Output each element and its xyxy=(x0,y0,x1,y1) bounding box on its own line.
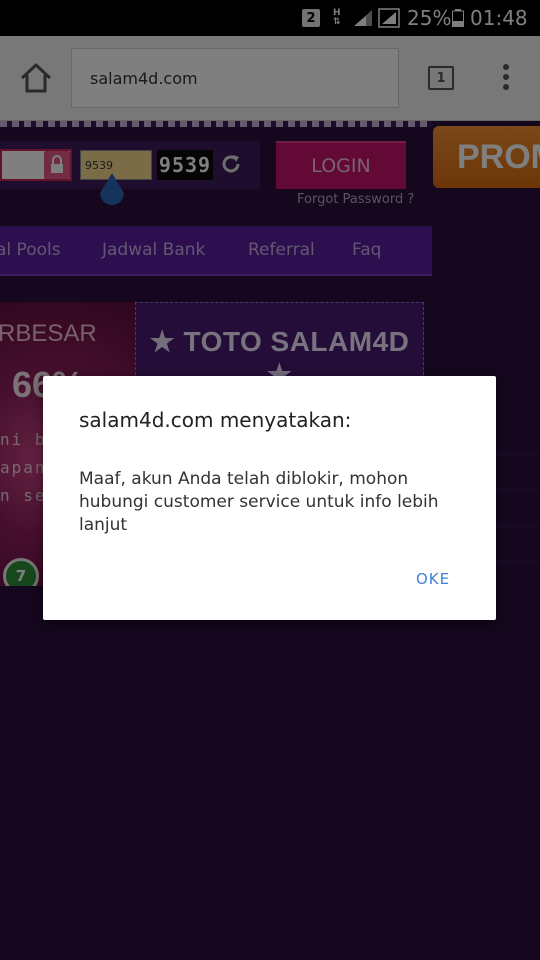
dialog-message: Maaf, akun Anda telah diblokir, mohon hu… xyxy=(79,469,439,535)
alert-dialog: salam4d.com menyatakan: Maaf, akun Anda … xyxy=(43,376,496,620)
dialog-title: salam4d.com menyatakan: xyxy=(79,408,352,432)
ok-button[interactable]: OKE xyxy=(403,564,463,594)
